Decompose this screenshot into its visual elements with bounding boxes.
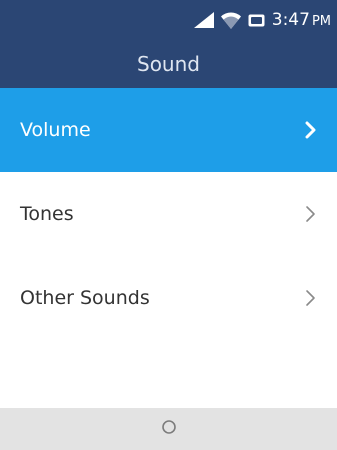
menu-item-volume[interactable]: Volume [0, 88, 337, 172]
menu-item-label: Tones [20, 203, 74, 225]
header: 3:47 PM Sound [0, 0, 337, 88]
menu-item-tones[interactable]: Tones [0, 172, 337, 256]
menu-item-label: Other Sounds [20, 287, 150, 309]
status-bar: 3:47 PM [193, 9, 331, 31]
page-title: Sound [137, 52, 200, 76]
chevron-right-icon [305, 289, 317, 307]
home-circle-icon[interactable] [161, 419, 177, 439]
menu-item-other-sounds[interactable]: Other Sounds [0, 256, 337, 340]
battery-icon [248, 14, 265, 27]
chevron-right-icon [305, 205, 317, 223]
menu-item-label: Volume [20, 119, 91, 141]
signal-icon [193, 12, 214, 28]
chevron-right-icon [305, 121, 317, 139]
wifi-icon [220, 12, 241, 29]
sound-menu: Volume Tones Other Sounds [0, 88, 337, 340]
status-time: 3:47 PM [271, 10, 331, 30]
softkey-bar [0, 408, 337, 450]
